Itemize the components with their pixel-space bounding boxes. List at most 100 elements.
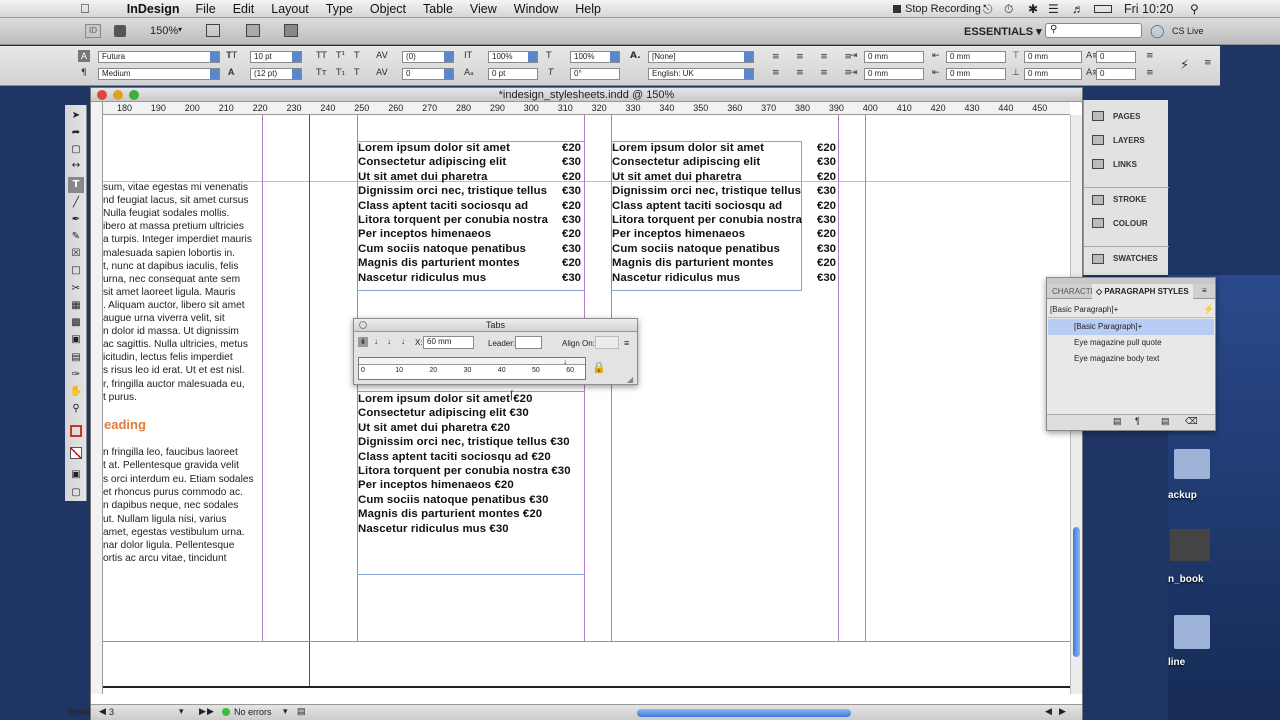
dock-layers[interactable]: LAYERS bbox=[1084, 128, 1169, 152]
last-page-icon[interactable]: ▶ bbox=[207, 706, 214, 717]
horizontal-ruler[interactable]: 180 190 200 210 220 230 240 250 260 270 280 290 300 3… bbox=[103, 102, 1070, 115]
open-folder-icon[interactable]: ▤ bbox=[297, 706, 306, 717]
horizontal-scroll-thumb[interactable] bbox=[637, 709, 851, 717]
note-tool-icon[interactable]: ▤ bbox=[68, 350, 84, 366]
numbering-icon[interactable]: ≡ bbox=[1146, 68, 1154, 78]
language-field[interactable]: English: UK bbox=[648, 68, 754, 80]
menu-file[interactable]: File bbox=[196, 2, 216, 16]
style-row-body-text[interactable]: Eye magazine body text bbox=[1048, 351, 1214, 367]
horizontal-scale-field[interactable]: 100% bbox=[570, 51, 620, 63]
lightning-icon[interactable]: ⚡ bbox=[1180, 58, 1189, 73]
apple-icon[interactable]:  bbox=[80, 1, 90, 16]
tab-ruler-track[interactable] bbox=[359, 358, 585, 365]
align-left-icon[interactable]: ≡ bbox=[772, 52, 780, 62]
menu-edit[interactable]: Edit bbox=[233, 2, 255, 16]
zoom-dropdown-icon[interactable]: ▾ bbox=[178, 25, 182, 34]
menu-window[interactable]: Window bbox=[514, 2, 558, 16]
small-caps-button[interactable]: Tт bbox=[316, 68, 327, 78]
time-machine-icon[interactable]: ⏱ bbox=[1004, 0, 1013, 18]
space-after-field[interactable]: 0 mm bbox=[1024, 68, 1082, 80]
leader-field[interactable] bbox=[515, 336, 542, 349]
zoom-window-icon[interactable] bbox=[129, 90, 139, 100]
underline-button[interactable]: T bbox=[354, 51, 360, 61]
align-right-icon[interactable]: ≡ bbox=[820, 52, 828, 62]
menu-view[interactable]: View bbox=[470, 2, 497, 16]
cs-live-label[interactable]: CS Live bbox=[1172, 26, 1204, 36]
superscript-button[interactable]: T¹ bbox=[336, 51, 345, 61]
zoom-tool-icon[interactable]: ⚲ bbox=[68, 401, 84, 417]
dock-colour[interactable]: COLOUR bbox=[1084, 211, 1169, 235]
tab-character-styles[interactable]: CHARACTE bbox=[1052, 287, 1096, 296]
screen-mode-icon[interactable] bbox=[246, 24, 260, 37]
resize-grip-icon[interactable]: ◢ bbox=[627, 375, 633, 384]
selection-tool-icon[interactable]: ➤ bbox=[68, 108, 84, 124]
last-line-indent-field[interactable]: 0 mm bbox=[946, 68, 1006, 80]
sync-icon[interactable]: ⎋ bbox=[983, 0, 993, 18]
left-indent-field[interactable]: 0 mm bbox=[864, 51, 924, 63]
spotlight-icon[interactable]: ⚲ bbox=[1190, 0, 1199, 18]
menu-layout[interactable]: Layout bbox=[271, 2, 309, 16]
scissors-tool-icon[interactable]: ✂ bbox=[68, 281, 84, 297]
menu-help[interactable]: Help bbox=[575, 2, 601, 16]
folder-icon[interactable] bbox=[1174, 449, 1210, 479]
preflight-dropdown-icon[interactable]: ▾ bbox=[283, 706, 288, 717]
tabs-panel-title-bar[interactable]: Tabs bbox=[354, 319, 637, 332]
view-options-icon[interactable] bbox=[206, 24, 220, 37]
menu-object[interactable]: Object bbox=[370, 2, 406, 16]
clear-overrides-icon[interactable]: ¶ bbox=[1135, 416, 1140, 426]
dock-stroke[interactable]: STROKE bbox=[1084, 187, 1169, 211]
kerning-field[interactable]: (0) bbox=[402, 51, 454, 63]
new-style-from-selection-icon[interactable]: ⚡ bbox=[1203, 304, 1214, 315]
scroll-left-icon[interactable]: ◀ bbox=[1045, 706, 1052, 717]
direct-selection-tool-icon[interactable]: ➦ bbox=[68, 125, 84, 141]
gradient-swatch-tool-icon[interactable]: ▩ bbox=[68, 315, 84, 331]
page-dropdown-icon[interactable]: ▾ bbox=[179, 706, 184, 717]
page-tool-icon[interactable]: ▢ bbox=[68, 142, 84, 158]
all-caps-button[interactable]: TT bbox=[316, 51, 327, 61]
strikethrough-button[interactable]: T bbox=[354, 68, 360, 78]
preflight-status[interactable]: No errors bbox=[234, 707, 272, 717]
justify-left-icon[interactable]: ≡ bbox=[772, 68, 780, 78]
bullets-icon[interactable]: ≡ bbox=[1146, 51, 1154, 61]
workspace-switcher[interactable]: ESSENTIALS ▾ bbox=[964, 25, 1042, 38]
view-mode-label[interactable]: Resol bbox=[67, 707, 90, 717]
vertical-scale-field[interactable]: 100% bbox=[488, 51, 538, 63]
hand-tool-icon[interactable]: ✋ bbox=[68, 384, 84, 400]
zoom-level[interactable]: 150% bbox=[150, 25, 178, 37]
center-justified-tab-icon[interactable]: ↓ bbox=[371, 337, 381, 347]
rectangle-frame-tool-icon[interactable]: ☒ bbox=[68, 246, 84, 262]
leading-field[interactable]: (12 pt) bbox=[250, 68, 302, 80]
gradient-feather-tool-icon[interactable]: ▣ bbox=[68, 332, 84, 348]
scroll-right-icon[interactable]: ▶ bbox=[1059, 706, 1066, 717]
text-column-c[interactable] bbox=[865, 115, 1070, 642]
pencil-tool-icon[interactable]: ✎ bbox=[68, 229, 84, 245]
character-mode-button[interactable]: A bbox=[78, 50, 90, 62]
justify-center-icon[interactable]: ≡ bbox=[796, 68, 804, 78]
tabs-close-icon[interactable] bbox=[359, 321, 367, 329]
dock-swatches[interactable]: SWATCHES bbox=[1084, 246, 1169, 270]
delete-style-icon[interactable]: ⌫ bbox=[1185, 416, 1198, 427]
arrange-documents-icon[interactable] bbox=[284, 24, 298, 37]
stop-recording-item[interactable]: Stop Recording bbox=[893, 0, 981, 18]
font-size-field[interactable]: 10 pt bbox=[250, 51, 302, 63]
dock-links[interactable]: LINKS bbox=[1084, 152, 1169, 176]
tab-paragraph-styles[interactable]: ◇ PARAGRAPH STYLES bbox=[1092, 284, 1193, 299]
vertical-scroll-thumb[interactable] bbox=[1073, 527, 1080, 657]
font-family-field[interactable]: Futura bbox=[98, 51, 220, 63]
folder-icon[interactable] bbox=[1174, 615, 1210, 649]
menu-type[interactable]: Type bbox=[326, 2, 353, 16]
style-group-icon[interactable]: ▤ bbox=[1113, 416, 1122, 427]
align-on-field[interactable] bbox=[595, 336, 619, 349]
style-row-pull-quote[interactable]: Eye magazine pull quote bbox=[1048, 335, 1214, 351]
justify-all-icon[interactable]: ≡ bbox=[820, 68, 828, 78]
page-number[interactable]: 3 bbox=[109, 707, 114, 717]
line-tool-icon[interactable]: ╱ bbox=[68, 195, 84, 211]
mini-bridge-icon[interactable] bbox=[114, 25, 126, 37]
cs-live-icon[interactable]: ◯ bbox=[1150, 23, 1165, 39]
bridge-icon[interactable]: ID bbox=[85, 24, 101, 38]
drop-cap-lines-field[interactable]: 0 bbox=[1096, 51, 1136, 63]
search-input[interactable]: ⚲ bbox=[1045, 23, 1142, 38]
pen-tool-icon[interactable]: ✒ bbox=[68, 212, 84, 228]
panel-menu-icon[interactable]: ≡ bbox=[1204, 58, 1212, 68]
x-position-field[interactable]: 60 mm bbox=[423, 336, 474, 349]
